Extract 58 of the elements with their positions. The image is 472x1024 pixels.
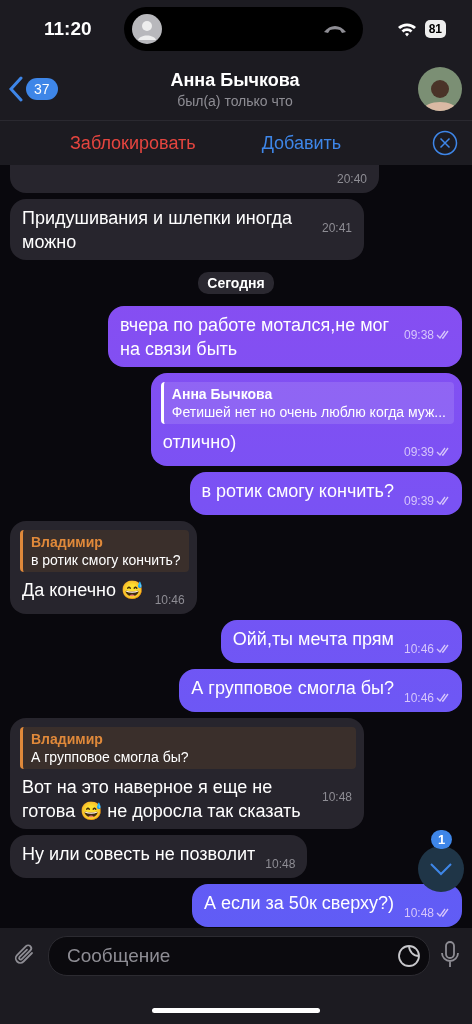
- message-time: 10:48: [265, 856, 296, 873]
- message-text: А групповое смогла бы?: [191, 678, 394, 698]
- message-time: 10:48: [403, 905, 434, 922]
- message-time: 20:40: [336, 171, 367, 188]
- avatar[interactable]: [418, 67, 462, 111]
- message-input[interactable]: Сообщение: [65, 944, 397, 968]
- date-chip: Сегодня: [198, 272, 274, 294]
- message-time: 20:41: [321, 220, 352, 237]
- phone-icon: [322, 24, 347, 34]
- quote-text: в ротик смогу кончить?: [31, 551, 181, 569]
- quote-author: Анна Бычкова: [171, 385, 274, 403]
- double-check-icon: [436, 496, 450, 506]
- chevron-down-icon: [429, 862, 453, 876]
- message-text: А если за 50к сверху?): [204, 893, 394, 913]
- quote-text: А групповое смогла бы?: [31, 748, 190, 766]
- contact-name: Анна Бычкова: [169, 69, 301, 91]
- message-time: 10:46: [154, 592, 185, 609]
- close-icon[interactable]: [432, 130, 458, 156]
- message-text: в ротик смогу кончить?: [201, 481, 394, 501]
- unread-badge: 1: [431, 830, 453, 849]
- reply-quote[interactable]: Владимир в ротик смогу кончить?: [20, 530, 189, 572]
- message-time: 09:39: [403, 493, 434, 510]
- message-text: Придушивания и шлепки иногда можно: [22, 208, 293, 252]
- message-text: Ойй,ты мечта прям: [232, 629, 394, 649]
- double-check-icon: [436, 693, 450, 703]
- chevron-left-icon: [8, 76, 24, 102]
- message-time: 10:46: [403, 641, 434, 658]
- block-button[interactable]: Заблокировать: [70, 132, 196, 154]
- double-check-icon: [436, 330, 450, 340]
- message-text: отлично): [162, 432, 237, 452]
- microphone-icon[interactable]: [440, 940, 460, 970]
- quote-author: Владимир: [31, 730, 104, 748]
- sticker-icon[interactable]: [397, 944, 421, 968]
- double-check-icon: [436, 908, 450, 918]
- quote-text: Фетишей нет но очень люблю когда муж...: [171, 403, 446, 421]
- message-time: 10:46: [403, 690, 434, 707]
- quote-author: Владимир: [31, 533, 104, 551]
- message-field[interactable]: Сообщение: [48, 936, 430, 976]
- message-time: 10:48: [321, 789, 352, 806]
- message-text: Да конечно 😅: [22, 580, 143, 600]
- contact-icon: [132, 14, 162, 44]
- message-time: 09:38: [403, 327, 434, 344]
- wifi-icon: [396, 21, 417, 37]
- call-pill[interactable]: [124, 7, 363, 51]
- double-check-icon: [436, 447, 450, 457]
- message-time: 09:39: [403, 444, 434, 461]
- add-button[interactable]: Добавить: [261, 132, 342, 154]
- clock: 11:20: [44, 18, 93, 40]
- reply-quote[interactable]: Владимир А групповое смогла бы?: [20, 727, 356, 769]
- double-check-icon: [436, 644, 450, 654]
- scroll-down-button[interactable]: [418, 846, 464, 892]
- back-button[interactable]: 37: [8, 76, 98, 102]
- message-text: вчера по работе мотался,не мог на связи быть: [120, 315, 390, 359]
- message-text: Ну или совесть не позволит: [22, 844, 256, 864]
- last-seen: был(а) только что: [176, 92, 294, 109]
- message-text: Вот на это наверное я еще не готова 😅 не доросла так сказать: [22, 777, 301, 821]
- reply-quote[interactable]: Анна Бычкова Фетишей нет но очень люблю когда муж...: [160, 382, 454, 424]
- battery-level: 81: [424, 20, 446, 38]
